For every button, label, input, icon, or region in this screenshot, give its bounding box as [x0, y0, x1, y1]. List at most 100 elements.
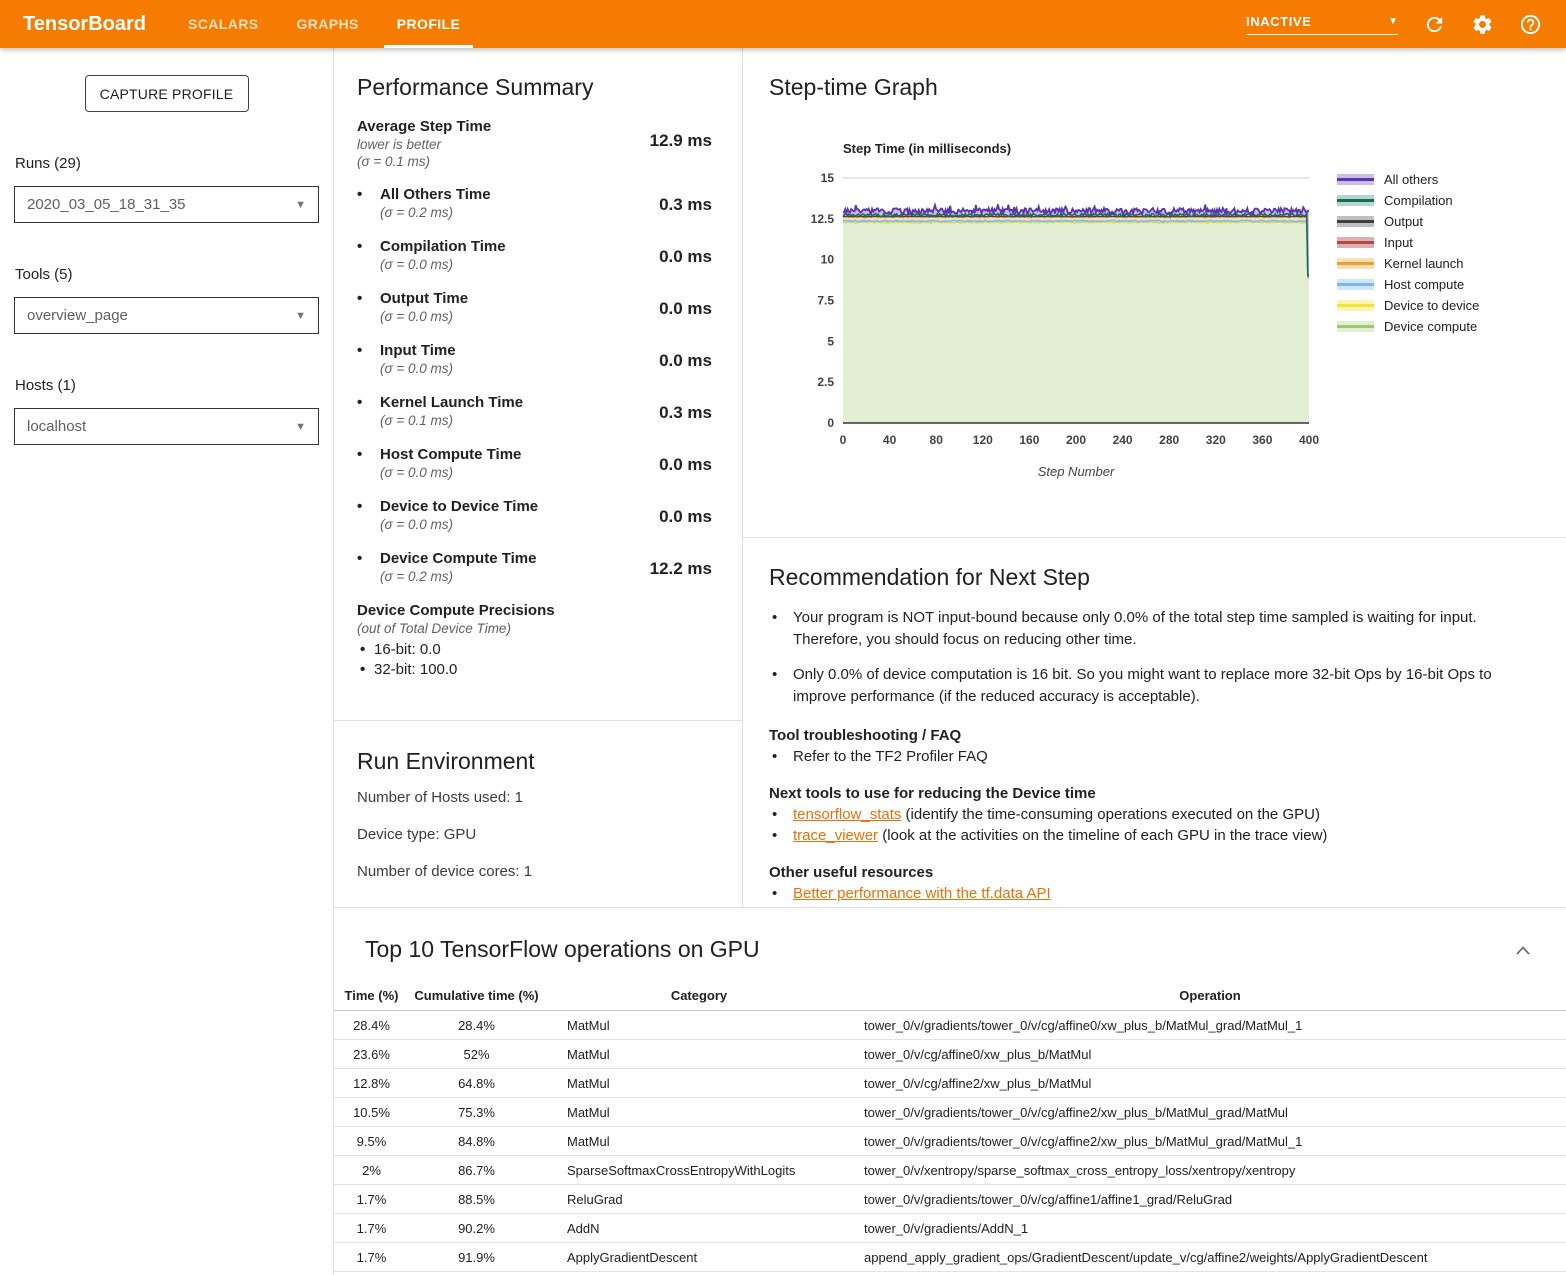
bullet-dot: • [357, 393, 371, 429]
table-row: 2% 86.7% SparseSoftmaxCrossEntropyWithLo… [334, 1156, 1566, 1185]
legend-swatch [1337, 321, 1374, 332]
app-title: TensorBoard [0, 0, 175, 48]
next-tool-item: trace_viewer (look at the activities on … [769, 826, 1526, 845]
time-cell: 23.6% [334, 1047, 409, 1062]
tab-scalars[interactable]: SCALARS [175, 0, 271, 48]
performance-summary-section: Performance Summary Average Step Time lo… [334, 48, 742, 721]
tfdata-link[interactable]: Better performance with the tf.data API [793, 884, 1051, 903]
operation-cell: tower_0/v/gradients/tower_0/v/cg/affine2… [854, 1134, 1566, 1149]
refresh-icon [1423, 13, 1446, 36]
metric-value: 0.3 ms [659, 185, 712, 221]
caret-down-icon: ▼ [295, 421, 306, 433]
step-time-graph-title: Step-time Graph [769, 74, 1566, 101]
caret-down-icon: ▼ [295, 199, 306, 211]
category-cell: MatMul [544, 1134, 854, 1149]
step-time-graph-section: Step-time Graph Step Time (in millisecon… [743, 48, 1566, 538]
operation-cell: tower_0/v/gradients/tower_0/v/cg/affine1… [854, 1192, 1566, 1207]
svg-text:12.5: 12.5 [811, 212, 835, 226]
category-cell: MatMul [544, 1076, 854, 1091]
sidebar-select[interactable]: overview_page ▼ [14, 297, 319, 334]
table-row: 1.7% 88.5% ReluGrad tower_0/v/gradients/… [334, 1185, 1566, 1214]
cumulative-cell: 90.2% [409, 1221, 544, 1236]
next-tools-heading: Next tools to use for reducing the Devic… [769, 784, 1526, 803]
col-header-time: Time (%) [334, 988, 409, 1003]
table-row: 23.6% 52% MatMul tower_0/v/cg/affine0/xw… [334, 1040, 1566, 1069]
legend-swatch [1337, 216, 1374, 227]
cumulative-cell: 28.4% [409, 1018, 544, 1033]
legend-swatch [1337, 195, 1374, 206]
other-resource-item: Better performance with the tf.data API [769, 884, 1526, 903]
select-value: 2020_03_05_18_31_35 [27, 196, 295, 213]
metric-label: Output Time [380, 289, 468, 308]
svg-text:320: 320 [1206, 433, 1226, 447]
col-header-operation: Operation [854, 988, 1566, 1003]
category-cell: AddN [544, 1221, 854, 1236]
precisions-heading: Device Compute Precisions [357, 601, 712, 620]
svg-text:240: 240 [1113, 433, 1133, 447]
time-cell: 9.5% [334, 1134, 409, 1149]
chevron-up-icon [1516, 946, 1530, 955]
tool-link[interactable]: trace_viewer [793, 827, 878, 844]
run-environment-line: Number of device cores: 1 [357, 863, 712, 880]
select-value: localhost [27, 418, 295, 435]
table-header-row: Time (%) Cumulative time (%) Category Op… [334, 981, 1566, 1011]
capture-profile-button[interactable]: CAPTURE PROFILE [85, 75, 249, 112]
metric-value: 0.0 ms [659, 341, 712, 377]
precision-item: 32-bit: 100.0 [357, 660, 712, 680]
tool-link[interactable]: tensorflow_stats [793, 806, 901, 823]
average-step-time: Average Step Time lower is better (σ = 0… [357, 117, 712, 170]
faq-heading: Tool troubleshooting / FAQ [769, 726, 1526, 745]
legend-item: Device to device [1337, 295, 1479, 316]
recommendation-bullet: Only 0.0% of device computation is 16 bi… [769, 664, 1526, 708]
svg-text:400: 400 [1299, 433, 1319, 447]
legend-swatch [1337, 300, 1374, 311]
bullet-dot: • [357, 445, 371, 481]
legend-item: Input [1337, 232, 1479, 253]
top10-ops-section: Top 10 TensorFlow operations on GPU Time… [334, 908, 1566, 1272]
bullet-dot: • [357, 185, 371, 221]
operation-cell: tower_0/v/cg/affine0/xw_plus_b/MatMul [854, 1047, 1566, 1062]
sidebar-select[interactable]: 2020_03_05_18_31_35 ▼ [14, 186, 319, 223]
precision-item: 16-bit: 0.0 [357, 640, 712, 660]
operation-cell: append_apply_gradient_ops/GradientDescen… [854, 1250, 1566, 1265]
metric-label: Device to Device Time [380, 497, 538, 516]
run-environment-line: Number of Hosts used: 1 [357, 789, 712, 806]
precisions-note: (out of Total Device Time) [357, 620, 712, 638]
metric-label: Input Time [380, 341, 456, 360]
recommendation-title: Recommendation for Next Step [769, 564, 1526, 591]
settings-button[interactable] [1470, 12, 1494, 36]
svg-text:2.5: 2.5 [817, 375, 834, 389]
table-row: 12.8% 64.8% MatMul tower_0/v/cg/affine2/… [334, 1069, 1566, 1098]
collapse-section-button[interactable] [1513, 940, 1533, 960]
main-content: Performance Summary Average Step Time lo… [334, 48, 1566, 1275]
tool-desc: (look at the activities on the timeline … [878, 827, 1327, 844]
metric-label: All Others Time [380, 185, 491, 204]
gear-icon [1471, 13, 1494, 36]
run-status-dropdown[interactable]: INACTIVE ▼ [1246, 14, 1398, 35]
help-button[interactable] [1518, 12, 1542, 36]
time-cell: 12.8% [334, 1076, 409, 1091]
tab-graphs[interactable]: GRAPHS [283, 0, 371, 48]
operation-cell: tower_0/v/gradients/tower_0/v/cg/affine2… [854, 1105, 1566, 1120]
metric-value: 0.3 ms [659, 393, 712, 429]
time-cell: 28.4% [334, 1018, 409, 1033]
metric-label: Average Step Time [357, 117, 491, 136]
recommendation-section: Recommendation for Next Step Your progra… [743, 538, 1566, 903]
bullet-dot: • [357, 289, 371, 325]
legend-label: Device to device [1384, 298, 1479, 313]
tab-profile[interactable]: PROFILE [384, 0, 473, 48]
metric-value: 0.0 ms [659, 497, 712, 533]
sidebar-select[interactable]: localhost ▼ [14, 408, 319, 445]
metric-sigma: (σ = 0.0 ms) [380, 516, 538, 533]
metric-value: 0.0 ms [659, 237, 712, 273]
legend-label: Device compute [1384, 319, 1477, 334]
perf-summary-item: • Host Compute Time (σ = 0.0 ms) 0.0 ms [357, 445, 712, 481]
top-nav: SCALARS GRAPHS PROFILE [175, 0, 485, 48]
cumulative-cell: 64.8% [409, 1076, 544, 1091]
chart-title: Step Time (in milliseconds) [843, 141, 1319, 156]
legend-swatch [1337, 258, 1374, 269]
run-environment-section: Run Environment Number of Hosts used: 1D… [334, 721, 742, 880]
cumulative-cell: 84.8% [409, 1134, 544, 1149]
time-cell: 1.7% [334, 1221, 409, 1236]
refresh-button[interactable] [1422, 12, 1446, 36]
